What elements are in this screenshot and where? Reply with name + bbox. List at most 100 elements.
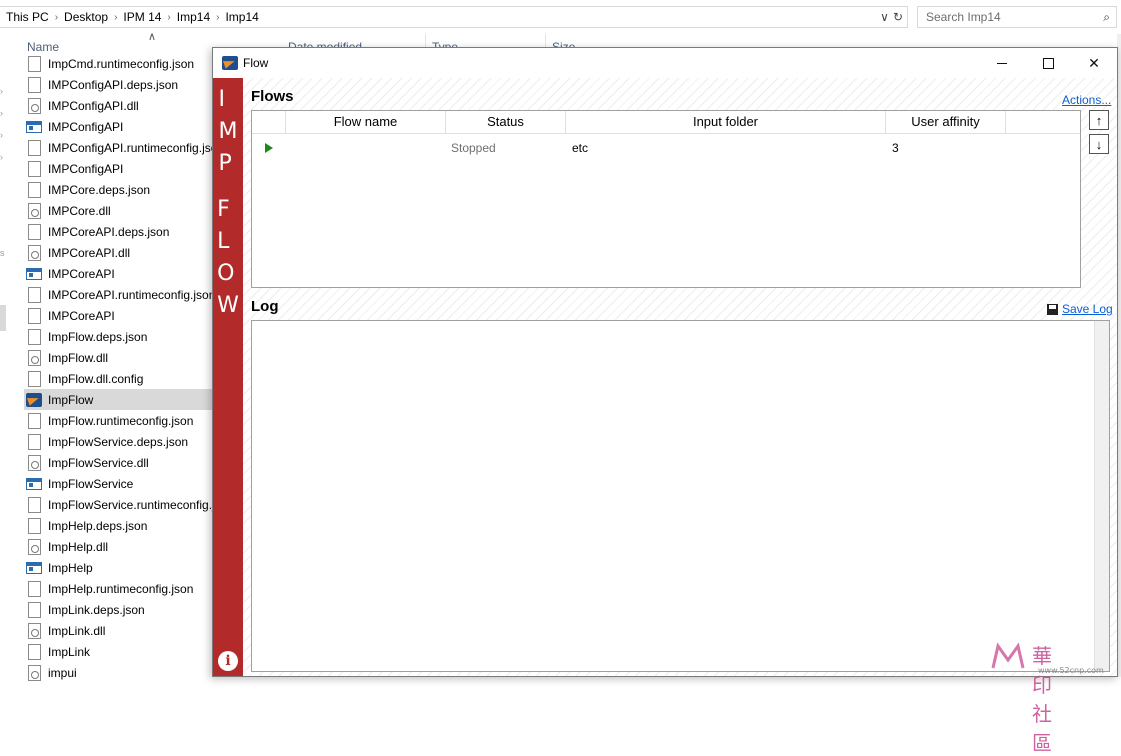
save-icon[interactable] — [1047, 304, 1058, 315]
file-list-item[interactable]: ImpHelp — [24, 557, 214, 578]
column-header-name[interactable]: Name — [27, 40, 59, 54]
file-list-item[interactable]: IMPCoreAPI — [24, 305, 214, 326]
refresh-icon[interactable]: ↻ — [893, 10, 903, 24]
actions-link[interactable]: Actions... — [1062, 93, 1111, 107]
sidebar-letter: L — [217, 229, 230, 254]
nav-item-fragment[interactable]: s — [0, 248, 5, 258]
exe-file-icon — [26, 120, 42, 133]
cell-input-folder: etc — [572, 141, 589, 155]
json-file-icon — [28, 139, 41, 156]
file-name: IMPConfigAPI.dll — [48, 98, 139, 113]
play-icon[interactable] — [265, 143, 273, 153]
chevron-down-icon[interactable]: ∨ — [880, 10, 889, 24]
column-header-status[interactable]: Status — [446, 111, 566, 133]
close-button[interactable]: ✕ — [1071, 48, 1117, 78]
file-list-item[interactable]: IMPCore.deps.json — [24, 179, 214, 200]
file-list-item[interactable]: ImpFlow.deps.json — [24, 326, 214, 347]
cell-user-affinity: 3 — [892, 141, 899, 155]
file-list-item[interactable]: IMPCoreAPI.deps.json — [24, 221, 214, 242]
file-list-item[interactable]: ImpFlowService — [24, 473, 214, 494]
expand-arrow-icon[interactable]: › — [0, 152, 3, 162]
file-list-item[interactable]: ImpLink.dll — [24, 620, 214, 641]
file-name: ImpLink.deps.json — [48, 602, 145, 617]
column-header-user-affinity[interactable]: User affinity — [886, 111, 1006, 133]
json-file-icon — [28, 496, 41, 513]
file-list-item[interactable]: ImpHelp.runtimeconfig.json — [24, 578, 214, 599]
file-name: ImpLink — [48, 644, 91, 659]
sidebar-letter: P — [218, 151, 232, 176]
file-list-item[interactable]: ImpFlow.runtimeconfig.json — [24, 410, 214, 431]
file-list-item[interactable]: ImpFlowService.dll — [24, 452, 214, 473]
file-list-item[interactable]: ImpCmd.runtimeconfig.json — [24, 53, 214, 74]
file-list-item[interactable]: IMPCoreAPI.dll — [24, 242, 214, 263]
file-list-item[interactable]: ImpHelp.deps.json — [24, 515, 214, 536]
file-list-item[interactable]: IMPCoreAPI.runtimeconfig.json — [24, 284, 214, 305]
flows-table: Flow name Status Input folder User affin… — [251, 110, 1081, 288]
navigation-pane[interactable]: › › › › s — [0, 34, 20, 677]
log-title: Log — [251, 298, 279, 315]
file-list-item[interactable]: IMPCore.dll — [24, 200, 214, 221]
dll-file-icon — [28, 538, 41, 555]
file-list-item[interactable]: IMPCoreAPI — [24, 263, 214, 284]
file-name: IMPCoreAPI.dll — [48, 245, 131, 260]
sidebar-letters-imp: IMP — [219, 84, 238, 180]
json-file-icon — [28, 307, 41, 324]
breadcrumb-imp14[interactable]: Imp14 — [171, 10, 216, 24]
breadcrumb-this-pc[interactable]: This PC — [0, 10, 55, 24]
sidebar-letter: M — [218, 119, 238, 144]
maximize-button[interactable] — [1025, 48, 1071, 78]
file-list-item[interactable]: ImpFlowService.runtimeconfig.json — [24, 494, 214, 515]
column-header-indicator[interactable] — [252, 111, 286, 133]
file-name: IMPCoreAPI.runtimeconfig.json — [48, 287, 214, 302]
app-icon — [222, 56, 238, 70]
column-header-input-folder[interactable]: Input folder — [566, 111, 886, 133]
file-name: ImpCmd.runtimeconfig.json — [48, 56, 195, 71]
dll-file-icon — [28, 622, 41, 639]
file-name: IMPCore.deps.json — [48, 182, 151, 197]
breadcrumb-ipm14[interactable]: IPM 14 — [117, 10, 167, 24]
log-textbox[interactable] — [251, 320, 1110, 672]
file-list-item[interactable]: ImpFlow.dll.config — [24, 368, 214, 389]
expand-arrow-icon[interactable]: › — [0, 130, 3, 140]
window-title: Flow — [243, 56, 269, 70]
file-list-item[interactable]: ImpFlowService.deps.json — [24, 431, 214, 452]
file-list-item[interactable]: impui — [24, 662, 214, 683]
log-scrollbar[interactable] — [1094, 321, 1109, 671]
search-input[interactable]: Search Imp14 ⌕ — [917, 6, 1117, 28]
sidebar-letters-flow: FLOW — [217, 194, 239, 322]
column-header-flow-name[interactable]: Flow name — [286, 111, 446, 133]
json-file-icon — [28, 643, 41, 660]
file-list-item[interactable]: ImpLink.deps.json — [24, 599, 214, 620]
file-name: IMPConfigAPI — [48, 119, 124, 134]
file-list-item[interactable]: ImpFlow — [24, 389, 214, 410]
file-list-item[interactable]: ImpFlow.dll — [24, 347, 214, 368]
info-icon[interactable]: i — [218, 651, 238, 671]
exe-file-icon — [26, 477, 42, 490]
flows-title: Flows — [251, 88, 294, 105]
title-bar[interactable]: Flow ✕ — [213, 48, 1117, 78]
file-list-item[interactable]: IMPConfigAPI — [24, 158, 214, 179]
address-bar[interactable]: This PC › Desktop › IPM 14 › Imp14 › Imp… — [0, 6, 908, 28]
json-file-icon — [28, 160, 41, 177]
breadcrumb-desktop[interactable]: Desktop — [58, 10, 114, 24]
search-icon: ⌕ — [1103, 9, 1110, 24]
move-down-button[interactable]: ↓ — [1089, 134, 1109, 154]
file-list-item[interactable]: IMPConfigAPI — [24, 116, 214, 137]
file-name: IMPConfigAPI.runtimeconfig.json — [48, 140, 214, 155]
file-name: IMPCoreAPI — [48, 266, 115, 281]
file-name: ImpFlow.dll.config — [48, 371, 144, 386]
json-file-icon — [28, 328, 41, 345]
file-list-item[interactable]: IMPConfigAPI.runtimeconfig.json — [24, 137, 214, 158]
breadcrumb-imp14-current[interactable]: Imp14 — [219, 10, 264, 24]
minimize-button[interactable] — [979, 48, 1025, 78]
file-list-item[interactable]: IMPConfigAPI.dll — [24, 95, 214, 116]
file-list-item[interactable]: ImpHelp.dll — [24, 536, 214, 557]
json-file-icon — [28, 370, 41, 387]
expand-arrow-icon[interactable]: › — [0, 86, 3, 96]
file-list-item[interactable]: ImpLink — [24, 641, 214, 662]
save-log-link[interactable]: Save Log — [1062, 302, 1113, 316]
file-list-item[interactable]: IMPConfigAPI.deps.json — [24, 74, 214, 95]
move-up-button[interactable]: ↑ — [1089, 110, 1109, 130]
expand-arrow-icon[interactable]: › — [0, 108, 3, 118]
sidebar-letter: I — [218, 87, 226, 112]
